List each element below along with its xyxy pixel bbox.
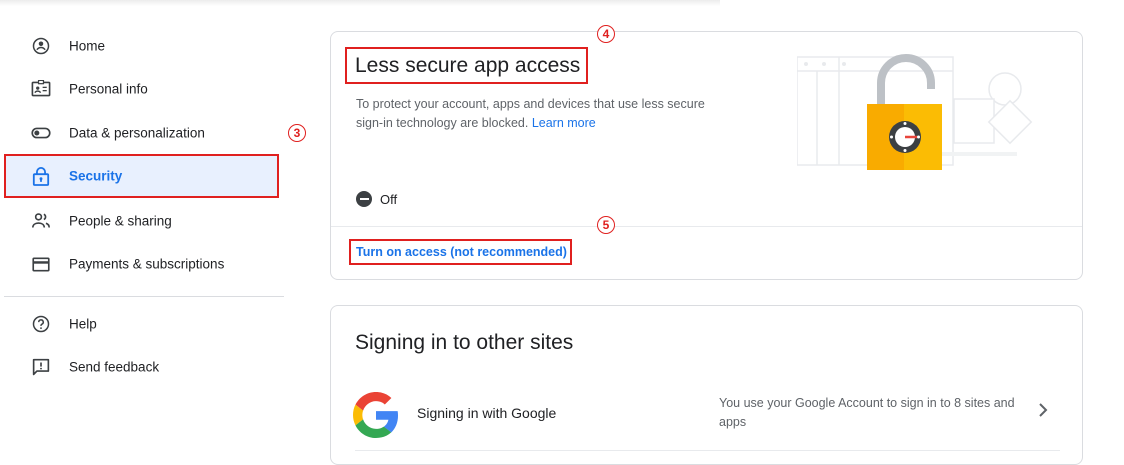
- sidebar-item-label: Help: [69, 316, 97, 332]
- sidebar-item-data-personalization[interactable]: Data & personalization: [0, 111, 280, 155]
- row-label: Signing in with Google: [417, 405, 557, 421]
- id-card-icon: [31, 79, 51, 99]
- learn-more-link[interactable]: Learn more: [532, 116, 596, 130]
- card-divider: [331, 226, 1082, 227]
- lock-icon: [31, 166, 51, 186]
- top-divider: [0, 0, 720, 6]
- description-text: To protect your account, apps and device…: [356, 97, 705, 130]
- sidebar-item-security[interactable]: Security: [4, 154, 279, 198]
- annotation-marker-5: 5: [597, 216, 615, 234]
- sidebar-item-label: People & sharing: [69, 213, 172, 229]
- google-logo-icon: [353, 392, 399, 438]
- sidebar-item-help[interactable]: Help: [0, 302, 280, 346]
- chevron-right-icon: [1039, 403, 1048, 417]
- sidebar-item-payments[interactable]: Payments & subscriptions: [0, 242, 280, 286]
- access-status: Off: [356, 191, 397, 207]
- sidebar-item-label: Data & personalization: [69, 125, 205, 141]
- less-secure-app-access-card: Less secure app access To protect your a…: [330, 31, 1083, 280]
- card-title: Less secure app access: [345, 47, 589, 84]
- annotation-marker-4: 4: [597, 25, 615, 43]
- signing-in-with-google-row[interactable]: Signing in with Google You use your Goog…: [331, 384, 1082, 446]
- home-icon: [31, 36, 51, 56]
- status-text: Off: [380, 191, 398, 207]
- row-divider: [355, 450, 1060, 451]
- toggle-icon: [31, 123, 51, 143]
- card-title: Signing in to other sites: [355, 331, 574, 354]
- sidebar-item-personal-info[interactable]: Personal info: [0, 67, 280, 111]
- card-description: To protect your account, apps and device…: [356, 95, 716, 133]
- row-description: You use your Google Account to sign in t…: [719, 396, 1015, 429]
- sidebar-item-people-sharing[interactable]: People & sharing: [0, 199, 280, 243]
- sidebar-item-label: Security: [69, 168, 123, 184]
- help-icon: [31, 314, 51, 334]
- credit-card-icon: [31, 254, 51, 274]
- sidebar-divider: [4, 296, 284, 297]
- sidebar-item-label: Personal info: [69, 81, 148, 97]
- people-icon: [31, 211, 51, 231]
- minus-circle-icon: [356, 191, 372, 207]
- annotation-marker-3: 3: [288, 124, 306, 142]
- feedback-icon: [31, 357, 51, 377]
- sidebar-item-label: Payments & subscriptions: [69, 256, 225, 272]
- sidebar-item-label: Home: [69, 38, 106, 54]
- sidebar-item-label: Send feedback: [69, 359, 160, 375]
- sidebar-item-home[interactable]: Home: [0, 24, 280, 68]
- signing-in-other-sites-card: Signing in to other sites Signing in wit…: [330, 305, 1083, 465]
- sidebar-item-send-feedback[interactable]: Send feedback: [0, 345, 280, 389]
- lock-illustration: [797, 54, 1033, 170]
- turn-on-access-link[interactable]: Turn on access (not recommended): [349, 239, 572, 265]
